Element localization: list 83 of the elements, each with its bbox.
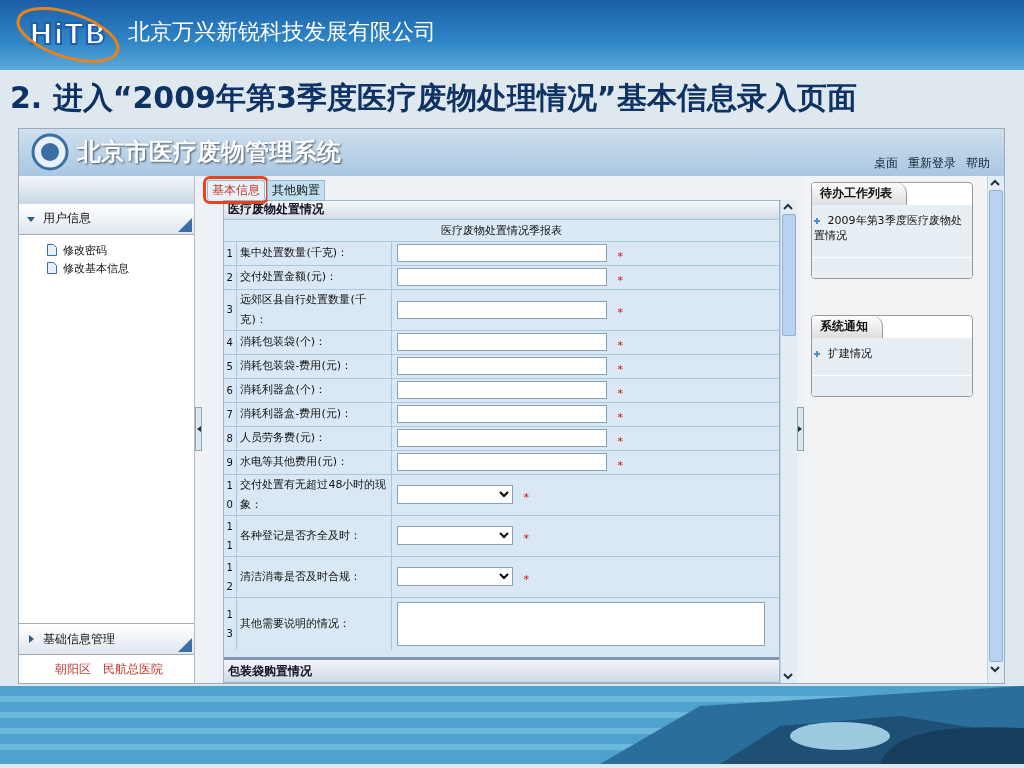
field-label: 消耗包装袋-费用(元)： bbox=[236, 354, 393, 378]
input-field[interactable] bbox=[397, 429, 608, 448]
field-label: 交付处置金额(元)： bbox=[236, 265, 393, 289]
field-label: 远郊区县自行处置数量(千克)： bbox=[236, 289, 393, 330]
collapse-handle[interactable] bbox=[195, 407, 203, 452]
required-mark: * bbox=[617, 434, 623, 448]
input-field[interactable] bbox=[397, 357, 608, 376]
scroll-thumb[interactable] bbox=[781, 213, 796, 336]
field-label: 消耗利器盒-费用(元)： bbox=[236, 402, 393, 426]
sidebar-item[interactable]: 修改基本信息 bbox=[47, 260, 195, 276]
required-mark: * bbox=[617, 362, 623, 376]
required-mark: * bbox=[617, 249, 623, 263]
tab[interactable]: 其他购置 bbox=[267, 179, 326, 200]
scrollbar[interactable] bbox=[987, 175, 1004, 683]
panel-title: 待办工作列表 bbox=[811, 182, 907, 206]
table-caption: 医疗废物处置情况季报表 bbox=[224, 218, 779, 241]
required-mark: * bbox=[617, 386, 623, 400]
sidebar-item[interactable]: 修改密码 bbox=[47, 242, 195, 258]
field-label: 清洁消毒是否及时合规： bbox=[236, 556, 393, 597]
required-mark: * bbox=[617, 458, 623, 472]
corner-icon bbox=[178, 638, 193, 652]
corner-icon bbox=[178, 217, 193, 232]
required-mark: * bbox=[617, 338, 623, 352]
section-title: 医疗废物处置情况 bbox=[224, 200, 779, 219]
nav-link[interactable]: 重新登录 bbox=[908, 154, 956, 172]
required-mark: * bbox=[523, 532, 529, 546]
row-number: 3 bbox=[226, 303, 234, 318]
scroll-thumb[interactable] bbox=[989, 189, 1003, 662]
dropdown[interactable] bbox=[397, 526, 514, 546]
document-icon bbox=[47, 262, 57, 275]
field-label: 消耗利器盒(个)： bbox=[236, 378, 393, 402]
row-number: 4 bbox=[226, 335, 234, 350]
panel-title: 系统通知 bbox=[811, 315, 883, 339]
document-icon bbox=[47, 244, 57, 257]
section-title: 包装袋购置情况 bbox=[224, 657, 779, 682]
row-number: 8 bbox=[226, 431, 234, 446]
company-name: 北京万兴新锐科技发展有限公司 bbox=[128, 17, 436, 46]
input-field[interactable] bbox=[397, 453, 608, 472]
required-mark: * bbox=[523, 491, 529, 505]
field-label: 消耗包装袋(个)： bbox=[236, 330, 393, 354]
dropdown[interactable] bbox=[397, 485, 514, 505]
row-number: 12 bbox=[226, 560, 234, 594]
required-mark: * bbox=[617, 306, 623, 320]
text-area[interactable] bbox=[397, 601, 766, 646]
nav-link[interactable]: 桌面 bbox=[874, 154, 898, 172]
logo: HiTB bbox=[29, 18, 107, 52]
input-field[interactable] bbox=[397, 300, 608, 319]
input-field[interactable] bbox=[397, 333, 608, 352]
row-number: 1 bbox=[226, 246, 234, 261]
footer-text: 朝阳区 bbox=[55, 660, 91, 678]
app-title: 北京市医疗废物管理系统 bbox=[77, 137, 341, 169]
expand-handle[interactable] bbox=[796, 407, 804, 452]
input-field[interactable] bbox=[397, 381, 608, 400]
slide-title: 2. 进入“2009年第3季度医疗废物处理情况”基本信息录入页面 bbox=[9, 79, 858, 118]
row-number: 6 bbox=[226, 383, 234, 398]
row-number: 9 bbox=[226, 455, 234, 470]
row-number: 5 bbox=[226, 359, 234, 374]
nav-link[interactable]: 帮助 bbox=[966, 154, 990, 172]
plus-icon bbox=[813, 350, 820, 357]
field-label: 集中处置数量(千克)： bbox=[236, 241, 393, 265]
row-number: 7 bbox=[226, 407, 234, 422]
required-mark: * bbox=[523, 573, 529, 587]
input-field[interactable] bbox=[397, 244, 608, 263]
section-label: 基础信息管理 bbox=[43, 630, 115, 648]
row-number: 2 bbox=[226, 270, 234, 285]
row-number: 13 bbox=[226, 607, 234, 641]
field-label: 水电等其他费用(元)： bbox=[236, 450, 393, 474]
field-label: 其他需要说明的情况： bbox=[236, 597, 393, 650]
section-label: 用户信息 bbox=[43, 210, 91, 228]
row-number: 10 bbox=[226, 478, 234, 512]
row-number: 11 bbox=[226, 519, 234, 553]
footer-text: 民航总医院 bbox=[103, 660, 163, 678]
field-label: 交付处置有无超过48小时的现象： bbox=[236, 474, 393, 515]
plus-icon bbox=[813, 217, 820, 224]
emblem-icon bbox=[31, 133, 69, 172]
required-mark: * bbox=[617, 273, 623, 287]
sidebar-section-header[interactable]: 基础信息管理 bbox=[19, 623, 195, 655]
field-label: 人员劳务费(元)： bbox=[236, 426, 393, 450]
input-field[interactable] bbox=[397, 405, 608, 424]
required-mark: * bbox=[617, 410, 623, 424]
dropdown[interactable] bbox=[397, 567, 514, 587]
input-field[interactable] bbox=[397, 268, 608, 287]
field-label: 各种登记是否齐全及时： bbox=[236, 515, 393, 556]
